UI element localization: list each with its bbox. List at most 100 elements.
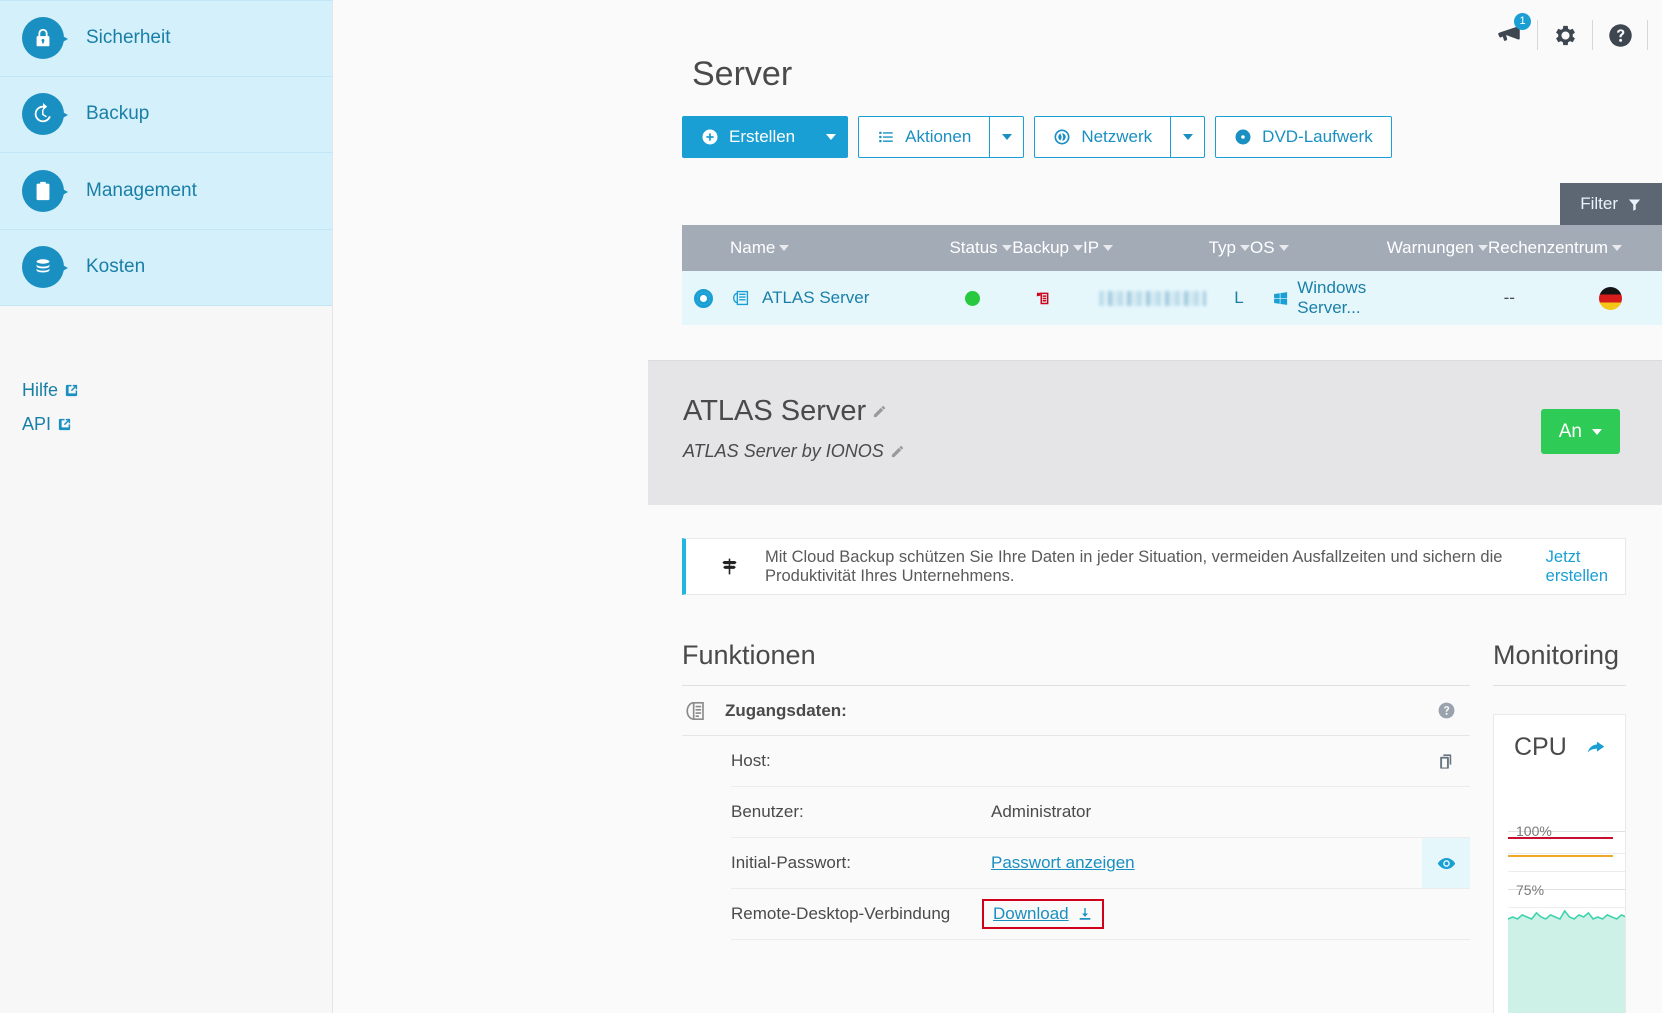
sort-caret-icon — [1278, 245, 1289, 251]
chevron-down-icon — [1001, 134, 1012, 140]
column-header-typ[interactable]: Typ — [1209, 238, 1251, 258]
main-content: 1 Server Erstellen Aktionen Netzwerk DVD… — [333, 0, 1662, 1013]
sidebar-item-backup[interactable]: Backup — [0, 77, 332, 153]
status-online-indicator — [965, 290, 981, 306]
download-icon — [1079, 908, 1090, 920]
signpost-icon — [722, 558, 737, 575]
server-detail-subtitle: ATLAS Server by IONOS — [683, 441, 884, 461]
row-remote-desktop: Remote-Desktop-Verbindung Download — [731, 889, 1470, 940]
sort-caret-icon — [1072, 245, 1083, 251]
toolbar-divider — [1647, 20, 1648, 50]
sidebar-links: Hilfe API — [22, 380, 79, 448]
server-detail-title-row: ATLAS Server — [683, 395, 1662, 428]
column-header-status[interactable]: Status — [949, 238, 1012, 258]
lock-icon — [22, 17, 68, 60]
zugangsdaten-help-button[interactable] — [1422, 686, 1470, 735]
filter-button-label: Filter — [1580, 194, 1618, 213]
column-header-ip[interactable]: IP — [1083, 238, 1114, 258]
network-button-group: Netzwerk — [1034, 116, 1206, 158]
sidebar-item-kosten[interactable]: Kosten — [0, 230, 332, 306]
external-link-icon — [65, 384, 78, 397]
edit-pencil-icon[interactable] — [872, 404, 887, 419]
sidebar-link-hilfe[interactable]: Hilfe — [22, 380, 79, 401]
actions-button[interactable]: Aktionen — [858, 116, 991, 158]
row-select-radio[interactable] — [694, 288, 713, 308]
filter-button[interactable]: Filter — [1560, 183, 1662, 225]
sidebar-nav: Sicherheit Backup Management Kosten — [0, 0, 332, 306]
coins-icon — [22, 246, 68, 289]
table-row[interactable]: ATLAS Server L Windows Server... -- — [682, 271, 1662, 325]
banner-link[interactable]: Jetzt erstellen — [1546, 548, 1625, 586]
funnel-icon — [1628, 199, 1641, 211]
page-title: Server — [692, 55, 793, 93]
column-header-rechenzentrum[interactable]: Rechenzentrum — [1488, 238, 1622, 258]
row-benutzer-label: Benutzer: — [731, 802, 804, 821]
sort-caret-icon — [1103, 245, 1114, 251]
cpu-usage-area-series — [1508, 909, 1625, 1013]
create-button[interactable]: Erstellen — [682, 116, 815, 158]
server-detail-subtitle-row: ATLAS Server by IONOS — [683, 441, 1662, 462]
sort-caret-icon — [1477, 245, 1488, 251]
action-toolbar: Erstellen Aktionen Netzwerk DVD-Laufwerk — [682, 116, 1392, 158]
column-header-backup[interactable]: Backup — [1012, 238, 1083, 258]
actions-button-group: Aktionen — [858, 116, 1025, 158]
sort-caret-icon — [779, 245, 790, 251]
sidebar-item-management[interactable]: Management — [0, 153, 332, 230]
server-detail-header: ATLAS Server ATLAS Server by IONOS An — [648, 360, 1662, 505]
zugangsdaten-group-header: Zugangsdaten: — [682, 686, 1470, 736]
toggle-password-visibility-button[interactable] — [1422, 838, 1470, 888]
server-table: Name Status Backup IP Typ OS Warnungen R… — [682, 225, 1662, 325]
backup-disabled-icon — [1036, 292, 1049, 305]
row-host-label: Host: — [731, 751, 771, 770]
download-rdp-link[interactable]: Download — [993, 904, 1069, 924]
monitoring-title: Monitoring — [1493, 640, 1620, 670]
copy-host-button[interactable] — [1422, 736, 1470, 786]
edit-pencil-icon[interactable] — [890, 444, 905, 459]
sort-caret-icon — [1240, 245, 1251, 251]
dvd-drive-button[interactable]: DVD-Laufwerk — [1215, 116, 1392, 158]
row-initial-passwort: Initial-Passwort: Passwort anzeigen — [731, 838, 1470, 889]
server-warnings: -- — [1503, 288, 1515, 307]
windows-icon — [1274, 291, 1288, 305]
sidebar-link-api[interactable]: API — [22, 414, 79, 435]
disc-icon — [1235, 129, 1251, 145]
eye-icon — [1437, 857, 1455, 869]
server-name[interactable]: ATLAS Server — [762, 288, 869, 308]
help-button[interactable] — [1593, 12, 1647, 58]
banner-text: Mit Cloud Backup schützen Sie Ihre Daten… — [765, 547, 1503, 585]
column-header-warnungen[interactable]: Warnungen — [1387, 238, 1488, 258]
announcements-button[interactable]: 1 — [1483, 12, 1537, 58]
network-dropdown-toggle[interactable] — [1171, 116, 1206, 158]
cpu-chart: 100% 75% 50% — [1508, 803, 1625, 1013]
power-state-button[interactable]: An — [1540, 409, 1620, 454]
download-rdp-highlight: Download — [982, 899, 1104, 929]
actions-dropdown-toggle[interactable] — [990, 116, 1025, 158]
list-icon — [879, 131, 893, 143]
help-circle-icon — [1608, 23, 1632, 47]
column-header-name[interactable]: Name — [730, 238, 790, 258]
sidebar: Sicherheit Backup Management Kosten Hilf… — [0, 0, 333, 1013]
monitoring-section: Monitoring CPU 100% 75% — [1493, 640, 1626, 1013]
gear-icon — [1555, 25, 1575, 45]
settings-button[interactable] — [1538, 12, 1592, 58]
sort-caret-icon — [1612, 245, 1622, 251]
chevron-down-icon — [1592, 428, 1602, 435]
credentials-icon — [686, 701, 704, 720]
sidebar-item-sicherheit[interactable]: Sicherheit — [0, 0, 332, 77]
zugangsdaten-label: Zugangsdaten: — [725, 700, 847, 720]
row-remote-desktop-label: Remote-Desktop-Verbindung — [731, 904, 951, 923]
show-password-link[interactable]: Passwort anzeigen — [991, 853, 1135, 872]
network-button[interactable]: Netzwerk — [1034, 116, 1172, 158]
sort-caret-icon — [1001, 245, 1012, 251]
create-dropdown-toggle[interactable] — [814, 116, 849, 158]
row-benutzer: Benutzer: Administrator — [731, 787, 1470, 838]
row-benutzer-value: Administrator — [991, 802, 1092, 821]
sidebar-item-label: Management — [86, 179, 197, 201]
datacenter-flag-icon — [1599, 286, 1623, 310]
help-circle-icon — [1438, 702, 1454, 719]
column-header-os[interactable]: OS — [1250, 238, 1289, 258]
sidebar-item-label: Kosten — [86, 256, 146, 278]
dvd-drive-button-label: DVD-Laufwerk — [1262, 127, 1373, 146]
chevron-down-icon — [1182, 134, 1193, 140]
share-arrow-icon[interactable] — [1585, 737, 1607, 759]
